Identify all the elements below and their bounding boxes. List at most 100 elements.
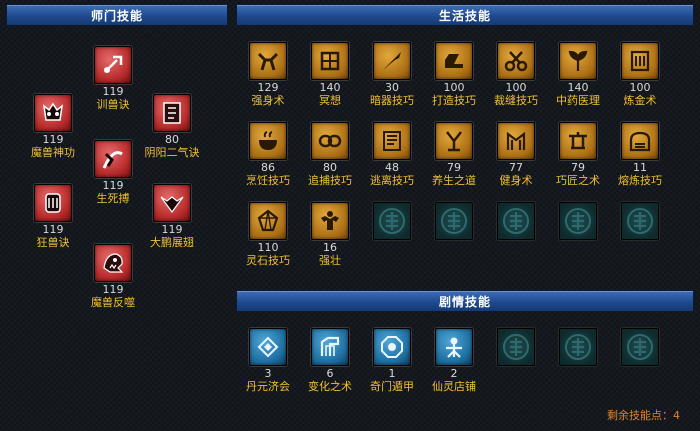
skill-name: 丹元济会 [246, 380, 290, 393]
school-skill[interactable]: 119 训兽诀 [82, 46, 144, 111]
skill-level: 77 [509, 161, 523, 174]
school-skill[interactable]: 119 大鹏展翅 [141, 184, 203, 249]
skill-name: 魔兽神功 [31, 146, 75, 159]
skill-name: 熔炼技巧 [618, 174, 662, 187]
skill-name: 巧匠之术 [556, 174, 600, 187]
body-strength-icon [249, 42, 287, 80]
skill-level: 100 [505, 81, 527, 94]
skill-name: 奇门遁甲 [370, 380, 414, 393]
life-skill[interactable]: 16 强壮 [299, 202, 361, 267]
story-skill[interactable]: 1 奇门遁甲 [361, 328, 423, 393]
locked-emblem-icon [559, 202, 597, 240]
skill-name: 健身术 [499, 174, 533, 187]
locked-emblem-icon [621, 328, 659, 366]
skill-name: 炼金术 [623, 94, 657, 107]
skill-level: 30 [385, 81, 399, 94]
life-death-icon [94, 140, 132, 178]
skill-name: 裁缝技巧 [494, 94, 538, 107]
transformation-icon [311, 328, 349, 366]
alchemy-icon [621, 42, 659, 80]
story-skill[interactable]: 6 变化之术 [299, 328, 361, 393]
life-skill[interactable]: 86 烹饪技巧 [237, 122, 299, 187]
life-skill[interactable]: 140 冥想 [299, 42, 361, 107]
skill-name: 强壮 [319, 254, 341, 267]
skill-name: 生死搏 [96, 192, 130, 205]
skill-name: 阴阳二气诀 [144, 146, 200, 159]
school-skill[interactable]: 119 魔兽神功 [22, 94, 84, 159]
skill-name: 灵石技巧 [246, 254, 290, 267]
skill-name: 训兽诀 [96, 98, 130, 111]
smelting-icon [621, 122, 659, 160]
locked-skill-slot [485, 202, 547, 240]
fairy-shop-icon [435, 328, 473, 366]
cooking-icon [249, 122, 287, 160]
skill-name: 仙灵店铺 [432, 380, 476, 393]
craftsman-icon [559, 122, 597, 160]
school-skill[interactable]: 119 狂兽诀 [22, 184, 84, 249]
life-skill[interactable]: 30 暗器技巧 [361, 42, 423, 107]
skill-level: 16 [323, 241, 337, 254]
skill-level: 48 [385, 161, 399, 174]
skill-level: 11 [633, 161, 647, 174]
story-skills-title: 剧情技能 [438, 294, 491, 309]
skill-level: 119 [102, 179, 124, 192]
skill-level: 119 [42, 133, 64, 146]
skill-level: 80 [323, 161, 337, 174]
locked-emblem-icon [497, 328, 535, 366]
skill-level: 100 [443, 81, 465, 94]
locked-emblem-icon [497, 202, 535, 240]
skill-name: 追捕技巧 [308, 174, 352, 187]
dart-icon [373, 42, 411, 80]
skill-level: 100 [629, 81, 651, 94]
beast-head-icon [94, 244, 132, 282]
skill-name: 烹饪技巧 [246, 174, 290, 187]
school-skill[interactable]: 119 魔兽反噬 [82, 244, 144, 309]
spirit-stone-icon [249, 202, 287, 240]
elixir-icon [249, 328, 287, 366]
skill-name: 养生之道 [432, 174, 476, 187]
life-skill[interactable]: 100 裁缝技巧 [485, 42, 547, 107]
locked-skill-slot [609, 202, 671, 240]
life-skill[interactable]: 140 中药医理 [547, 42, 609, 107]
locked-skill-slot [423, 202, 485, 240]
life-skill[interactable]: 77 健身术 [485, 122, 547, 187]
skill-level: 110 [257, 241, 279, 254]
skill-level: 140 [567, 81, 589, 94]
octagon-formation-icon [373, 328, 411, 366]
skill-name: 冥想 [319, 94, 341, 107]
life-skill[interactable]: 79 养生之道 [423, 122, 485, 187]
life-skill[interactable]: 48 逃离技巧 [361, 122, 423, 187]
school-skill[interactable]: 80 阴阳二气诀 [141, 94, 203, 159]
skill-name: 变化之术 [308, 380, 352, 393]
story-skill[interactable]: 2 仙灵店铺 [423, 328, 485, 393]
fitness-icon [497, 122, 535, 160]
school-skills-title: 师门技能 [90, 8, 143, 23]
life-skill[interactable]: 110 灵石技巧 [237, 202, 299, 267]
school-skill[interactable]: 119 生死搏 [82, 140, 144, 205]
life-skill[interactable]: 11 熔炼技巧 [609, 122, 671, 187]
demon-mask-icon [34, 94, 72, 132]
life-skill[interactable]: 80 追捕技巧 [299, 122, 361, 187]
life-skill[interactable]: 79 巧匠之术 [547, 122, 609, 187]
life-skill[interactable]: 100 打造技巧 [423, 42, 485, 107]
life-skill[interactable]: 100 炼金术 [609, 42, 671, 107]
skill-name: 魔兽反噬 [91, 296, 135, 309]
skill-level: 3 [264, 367, 272, 380]
skill-level: 2 [450, 367, 458, 380]
life-skills-header: 生活技能 [236, 4, 694, 26]
life-skill[interactable]: 129 强身术 [237, 42, 299, 107]
skill-name: 暗器技巧 [370, 94, 414, 107]
locked-skill-slot [547, 328, 609, 366]
skill-name: 强身术 [251, 94, 285, 107]
skill-name: 大鹏展翅 [150, 236, 194, 249]
skill-name: 打造技巧 [432, 94, 476, 107]
wings-icon [153, 184, 191, 222]
locked-emblem-icon [435, 202, 473, 240]
skill-level: 119 [102, 85, 124, 98]
skill-level: 79 [447, 161, 461, 174]
skill-level: 86 [261, 161, 275, 174]
skill-name: 逃离技巧 [370, 174, 414, 187]
meditation-icon [311, 42, 349, 80]
story-skill[interactable]: 3 丹元济会 [237, 328, 299, 393]
skill-level: 119 [161, 223, 183, 236]
